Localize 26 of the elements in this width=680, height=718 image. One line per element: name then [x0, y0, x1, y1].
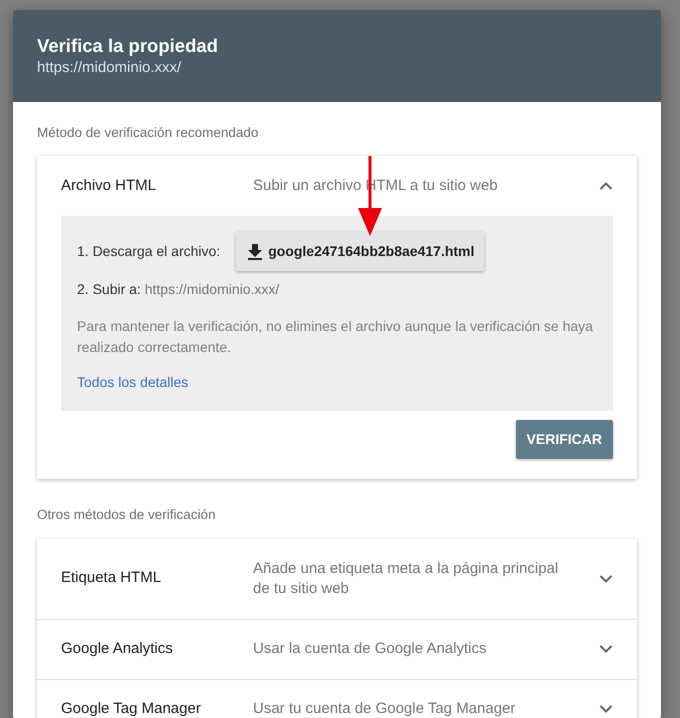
- details-link[interactable]: Todos los detalles: [77, 372, 188, 394]
- method-description: Añade una etiqueta meta a la página principal de tu sitio web: [253, 558, 560, 598]
- step-label: 2. Subir a:: [77, 281, 141, 298]
- section-heading: Método de verificación recomendado: [37, 124, 260, 142]
- chevron-down-icon[interactable]: [599, 574, 613, 584]
- download-button[interactable]: google247164bb2b8ae417.html: [236, 232, 484, 272]
- upload-url: https://midominio.xxx/: [144, 281, 280, 298]
- method-row[interactable]: Etiqueta HTML Añade una etiqueta meta a la página principal de tu sitio web: [37, 538, 637, 618]
- method-name: Archivo HTML: [61, 176, 158, 196]
- method-row[interactable]: Google Tag Manager Usar tu cuenta de Google Tag Manager: [37, 678, 637, 718]
- dialog-title: Verifica la propiedad: [37, 34, 219, 58]
- verify-button[interactable]: VERIFICAR: [516, 420, 613, 460]
- chevron-down-icon[interactable]: [599, 704, 613, 714]
- method-name: Google Analytics: [61, 638, 174, 659]
- method-row[interactable]: Google Analytics Usar la cuenta de Google Analytics: [37, 618, 637, 678]
- method-name: Etiqueta HTML: [61, 568, 162, 588]
- section-heading: Otros métodos de verificación: [37, 506, 217, 524]
- step-label: 1. Descarga el archivo:: [77, 242, 220, 262]
- method-description: Usar tu cuenta de Google Tag Manager: [253, 699, 516, 718]
- chevron-up-icon[interactable]: [599, 181, 613, 192]
- method-name: Google Tag Manager: [61, 698, 202, 718]
- chevron-down-icon[interactable]: [599, 644, 613, 654]
- property-url: https://midominio.xxx/: [37, 58, 182, 78]
- download-icon: [248, 244, 262, 260]
- method-description: Usar la cuenta de Google Analytics: [253, 639, 488, 659]
- note-text: Para mantener la verificación, no elimines el archivo aunque la verificación se haya realizado correctamente.: [77, 317, 594, 358]
